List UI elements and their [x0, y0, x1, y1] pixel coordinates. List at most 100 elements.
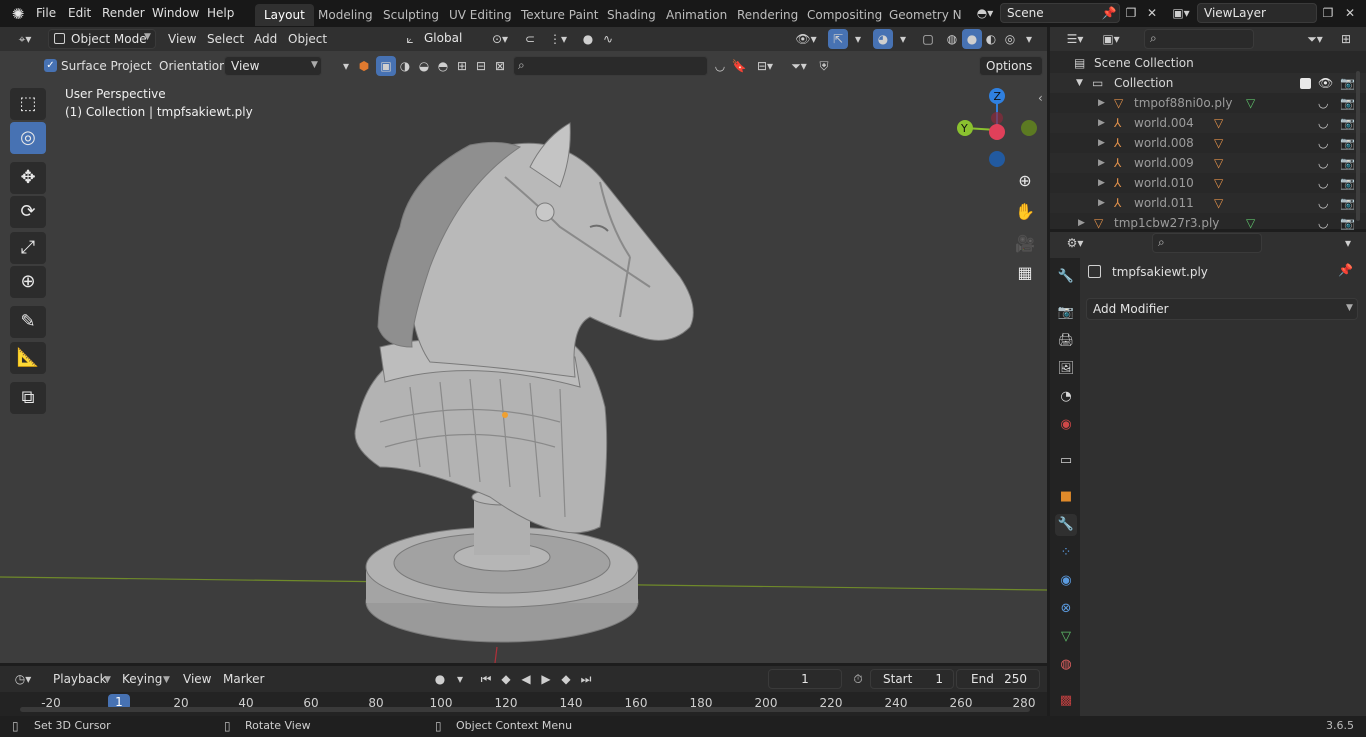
menu-help[interactable]: Help — [207, 6, 234, 20]
instance-icon[interactable]: ▽ — [1214, 133, 1223, 153]
view-layer-selector-icon[interactable]: ▣▾ — [1168, 3, 1194, 23]
outliner-item-row[interactable]: ▶ ⅄ world.010 ▽ ◡ 📷 — [1050, 173, 1366, 193]
tab-texture-paint[interactable]: Texture Paint — [512, 4, 607, 26]
expand-arrow-icon[interactable]: ▶ — [1098, 153, 1105, 173]
menu-keying[interactable]: Keying — [122, 672, 162, 686]
new-view-layer-icon[interactable]: ❐ — [1318, 3, 1338, 23]
tab-geometry-nodes[interactable]: Geometry Noc — [880, 4, 962, 26]
new-collection-icon[interactable]: ⊞ — [1336, 29, 1356, 49]
material-tab-icon[interactable]: ◍ — [1055, 654, 1077, 676]
camera-icon[interactable]: 📷 — [1340, 73, 1355, 93]
eye-icon[interactable]: ◡ — [1318, 113, 1328, 133]
options-dropdown-icon[interactable]: ▾ — [1338, 233, 1358, 253]
eye-icon[interactable]: ◡ — [1318, 133, 1328, 153]
pin-icon[interactable]: 📌 — [1099, 3, 1119, 23]
play-reverse-icon[interactable]: ◀ — [516, 669, 536, 689]
menu-view[interactable]: View — [183, 672, 211, 686]
menu-window[interactable]: Window — [152, 6, 199, 20]
add-cube-tool-icon[interactable]: ⧉ — [10, 382, 46, 414]
select-box-icon[interactable]: ⬚ — [10, 88, 46, 120]
shading-dropdown-icon[interactable]: ▾ — [1019, 29, 1039, 49]
properties-editor-type-icon[interactable]: ⚙▾ — [1060, 233, 1090, 253]
outliner-editor-type-icon[interactable]: ☰▾ — [1060, 29, 1090, 49]
transform-orientation-dropdown[interactable]: Global — [418, 29, 478, 49]
world-tab-icon[interactable]: ◉ — [1055, 414, 1077, 436]
menu-add[interactable]: Add — [254, 32, 277, 46]
tool-tab-icon[interactable]: 🔧 — [1055, 266, 1077, 288]
expand-arrow-icon[interactable]: ▶ — [1098, 173, 1105, 193]
blender-logo-icon[interactable]: ✺ — [8, 4, 28, 24]
start-frame-field[interactable]: Start 1 — [870, 669, 954, 689]
outliner-item-row[interactable]: ▶ ▽ tmp1cbw27r3.ply ▽ ◡ 📷 — [1050, 213, 1366, 233]
tab-animation[interactable]: Animation — [657, 4, 736, 26]
gizmo-toggle-icon[interactable]: ⇱ — [828, 29, 848, 49]
camera-icon[interactable]: 📷 — [1340, 193, 1355, 213]
editor-type-icon[interactable]: ⌖▾ — [10, 29, 40, 49]
menu-playback[interactable]: Playback — [53, 672, 107, 686]
camera-icon[interactable]: 📷 — [1340, 113, 1355, 133]
collection-exclude-checkbox[interactable] — [1300, 78, 1311, 89]
tab-uv-editing[interactable]: UV Editing — [440, 4, 521, 26]
data-tab-icon[interactable]: ▽ — [1055, 626, 1077, 648]
texture-tab-icon[interactable]: ▩ — [1055, 690, 1077, 712]
outliner-collection-row[interactable]: ▼ ▭ Collection 👁 📷 — [1050, 73, 1366, 93]
scale-tool-icon[interactable]: ⤢ — [10, 232, 46, 264]
output-tab-icon[interactable]: 🖨 — [1055, 330, 1077, 352]
material-shading-icon[interactable]: ◐ — [981, 29, 1001, 49]
zoom-icon[interactable]: ⊕ — [1012, 168, 1038, 194]
constraints-tab-icon[interactable]: ⊗ — [1055, 598, 1077, 620]
expand-arrow-icon[interactable]: ▶ — [1098, 193, 1105, 213]
collection-tab-icon[interactable]: ▭ — [1055, 450, 1077, 472]
instance-icon[interactable]: ▽ — [1214, 113, 1223, 133]
stopwatch-icon[interactable]: ⏱ — [848, 669, 868, 689]
camera-icon[interactable]: 📷 — [1340, 93, 1355, 113]
gizmo-dropdown-icon[interactable]: ▾ — [848, 29, 868, 49]
properties-search-field[interactable] — [1152, 233, 1262, 253]
mesh-data-icon[interactable]: ▽ — [1246, 213, 1255, 233]
expand-arrow-icon[interactable]: ▶ — [1078, 213, 1085, 233]
menu-file[interactable]: File — [36, 6, 56, 20]
xray-icon[interactable]: ▢ — [918, 29, 938, 49]
camera-icon[interactable]: 📷 — [1340, 213, 1355, 233]
perspective-grid-icon[interactable]: ▦ — [1012, 260, 1038, 286]
display-mode-icon[interactable]: ▣▾ — [1096, 29, 1126, 49]
overlays-dropdown-icon[interactable]: ▾ — [893, 29, 913, 49]
expand-arrow-icon[interactable]: ▼ — [1076, 73, 1083, 93]
eye-icon[interactable]: ◡ — [1318, 173, 1328, 193]
camera-icon[interactable]: 📷 — [1340, 133, 1355, 153]
snap-vertex-icon[interactable]: ⊞ — [452, 56, 472, 76]
current-frame-field[interactable]: 1 — [768, 669, 842, 689]
annotate-tool-icon[interactable]: ✎ — [10, 306, 46, 338]
end-frame-field[interactable]: End 250 — [956, 669, 1040, 689]
tab-modeling[interactable]: Modeling — [309, 4, 382, 26]
expand-arrow-icon[interactable]: ▶ — [1098, 113, 1105, 133]
instance-icon[interactable]: ▽ — [1214, 173, 1223, 193]
object-tab-icon[interactable]: ■ — [1055, 486, 1077, 508]
cursor-tool-icon[interactable]: ◎ — [10, 122, 46, 154]
jump-start-icon[interactable]: ⏮ — [476, 669, 496, 689]
snap-edge-icon[interactable]: ◒ — [414, 56, 434, 76]
falloff-icon[interactable]: ∿ — [598, 29, 618, 49]
outliner-scene-collection-row[interactable]: ▤ Scene Collection — [1050, 53, 1366, 73]
record-icon[interactable]: ● — [430, 669, 450, 689]
view-layer-tab-icon[interactable]: 🖼 — [1055, 358, 1077, 380]
camera-icon[interactable]: 📷 — [1340, 153, 1355, 173]
outliner-search-field[interactable] — [1144, 29, 1254, 49]
pivot-point-icon[interactable]: ⊙▾ — [484, 29, 516, 49]
rotate-tool-icon[interactable]: ⟳ — [10, 196, 46, 228]
surface-project-checkbox[interactable]: ✓ — [44, 59, 57, 72]
visibility-icon[interactable]: 👁▾ — [790, 29, 822, 49]
outliner-item-row[interactable]: ▶ ⅄ world.004 ▽ ◡ 📷 — [1050, 113, 1366, 133]
mesh-data-icon[interactable]: ▽ — [1246, 93, 1255, 113]
eye-icon[interactable]: 👁 — [1318, 73, 1333, 93]
navigation-gizmo[interactable]: Z Y — [950, 85, 1040, 175]
filter-icon[interactable]: ⏷▾ — [784, 56, 814, 76]
transform-tool-icon[interactable]: ⊕ — [10, 266, 46, 298]
wireframe-shading-icon[interactable]: ◍ — [942, 29, 962, 49]
outliner-scrollbar[interactable] — [1356, 71, 1360, 221]
eye-icon[interactable]: ◡ — [1318, 93, 1328, 113]
camera-icon[interactable]: 📷 — [1340, 173, 1355, 193]
snap-surface-icon[interactable]: ▣ — [376, 56, 396, 76]
options-dropdown[interactable]: Options — [979, 56, 1043, 76]
snap-icon[interactable]: ⊂ — [520, 29, 540, 49]
